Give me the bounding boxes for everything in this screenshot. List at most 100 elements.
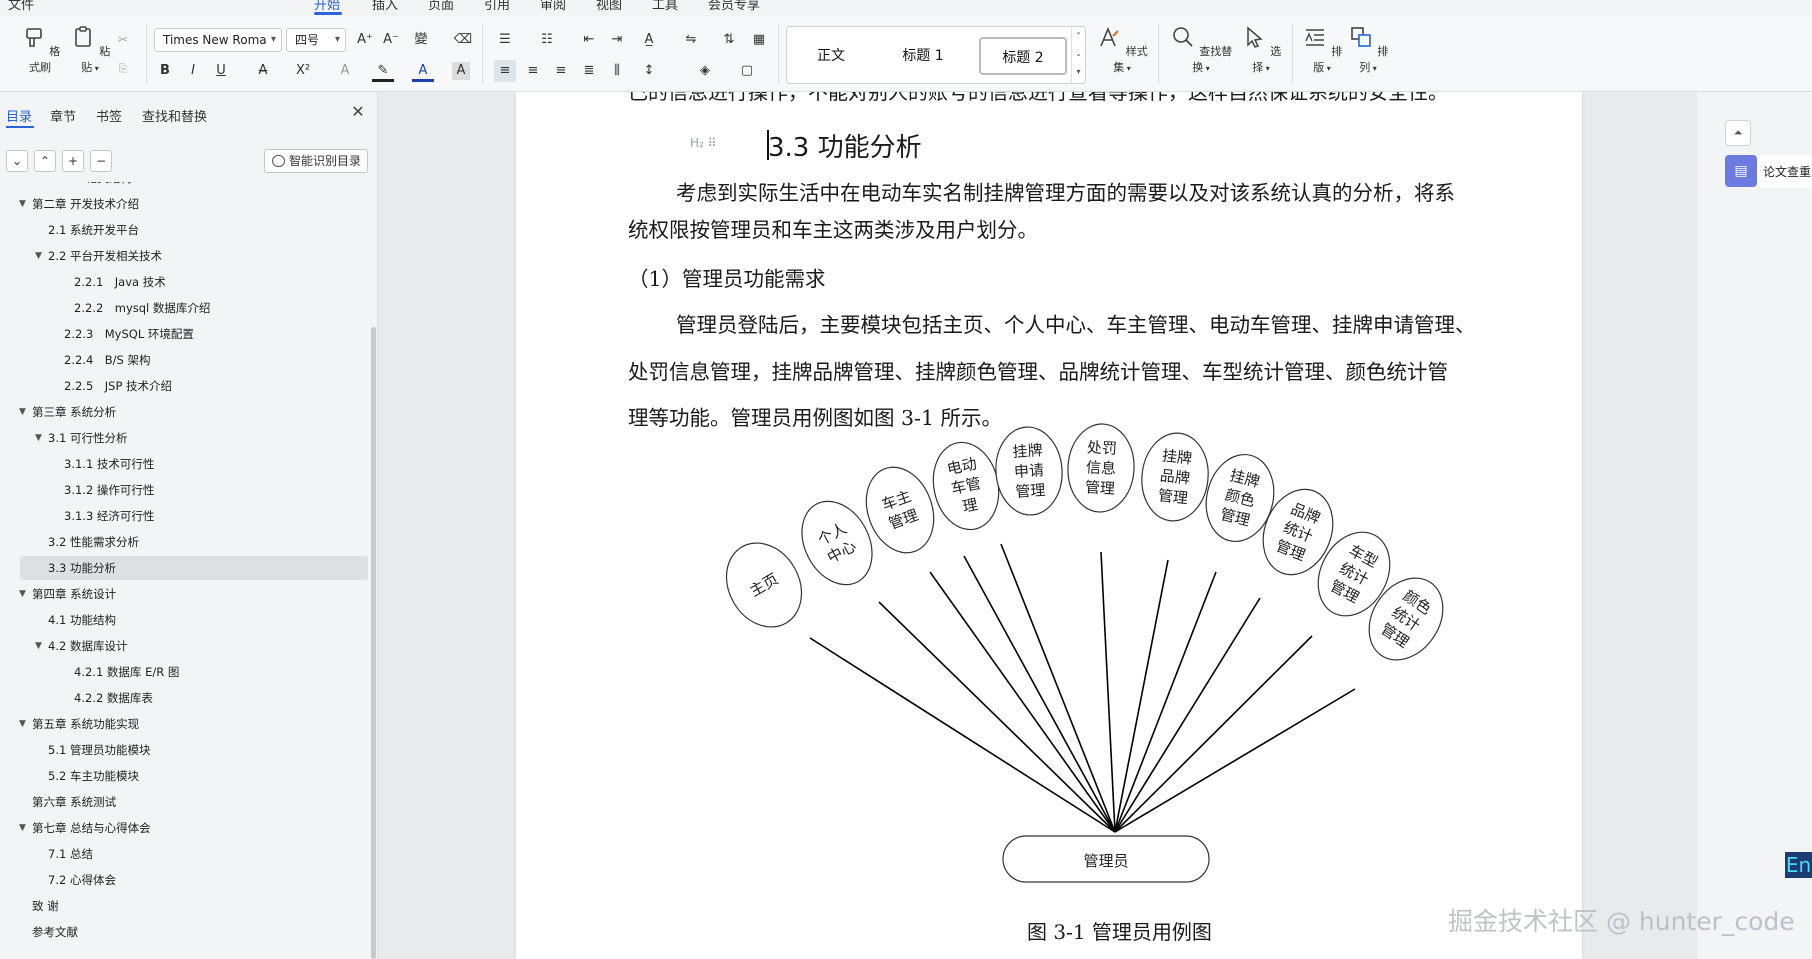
use-case-diagram[interactable]: 主页个人中心车主管理电动车管理挂牌申请管理处罚信息管理挂牌品牌管理挂牌颜色管理品… (516, 92, 1582, 959)
expand-toggle-icon[interactable]: ▼ (19, 400, 26, 424)
clear-format-icon[interactable]: ⌫ (452, 29, 474, 51)
format-painter-button[interactable]: 格式刷 (18, 24, 62, 75)
toc-item[interactable]: 7.1 总结 (20, 842, 368, 866)
toc-item[interactable]: ▼ 4.2 数据库设计 (20, 634, 368, 658)
expand-toggle-icon[interactable]: ▼ (35, 426, 42, 450)
expand-toggle-icon[interactable]: ▼ (19, 712, 26, 736)
expand-all-button[interactable]: ⌃ (34, 150, 56, 172)
strikethrough-icon[interactable]: A (252, 60, 274, 82)
tab-sections[interactable]: 章节 (50, 106, 76, 125)
tab-toc[interactable]: 目录 (6, 106, 32, 125)
toc-item[interactable]: 参考文献 (20, 920, 368, 944)
char-shading-icon[interactable]: A (452, 62, 470, 80)
use-case-oval[interactable]: 电动车管理 (926, 436, 1007, 535)
font-name-select[interactable]: Times New Roma ▾ (154, 28, 282, 52)
paste-button[interactable]: 粘贴 ▾ (68, 24, 112, 75)
grow-font-icon[interactable]: A⁺ (354, 29, 376, 51)
distribute-icon[interactable]: ⫼ (606, 60, 628, 82)
toc-item[interactable]: 第六章 系统测试 (20, 790, 368, 814)
font-color-icon[interactable]: A (412, 60, 434, 82)
menu-member[interactable]: 会员专享 (708, 0, 760, 13)
expand-toggle-icon[interactable]: ▼ (35, 244, 42, 268)
text-effect-icon[interactable]: A (334, 60, 356, 82)
decrease-indent-icon[interactable]: ⇤ (578, 29, 600, 51)
remove-heading-button[interactable]: − (90, 150, 112, 172)
document-page[interactable]: 己的信息进行操作，不能对别人的账号的信息进行查看等操作，这样自然保证系统的安全性… (516, 92, 1582, 959)
order-button[interactable]: 排列 ▾ (1346, 24, 1390, 75)
use-case-oval[interactable]: 挂牌申请管理 (993, 425, 1065, 517)
toc-item-selected[interactable]: 3.3 功能分析 (20, 556, 368, 580)
smart-toc-button[interactable]: 智能识别目录 (264, 149, 368, 173)
toc-item[interactable]: 1.5 论文结构 (20, 182, 368, 190)
expand-toggle-icon[interactable]: ▼ (19, 816, 26, 840)
use-case-oval[interactable]: 挂牌品牌管理 (1138, 430, 1213, 524)
menu-review[interactable]: 审阅 (540, 0, 566, 13)
underline-icon[interactable]: U (210, 60, 232, 82)
toc-item[interactable]: 致 谢 (20, 894, 368, 918)
paper-check-button[interactable]: ▤ 论文查重 (1725, 155, 1812, 187)
line-spacing-icon[interactable]: ↕ (638, 60, 660, 82)
font-size-select[interactable]: 四号 ▾ (286, 28, 346, 52)
toc-item[interactable]: ▼ 第二章 开发技术介绍 (19, 192, 368, 216)
shading-icon[interactable]: ◈ (694, 60, 716, 82)
toc-item[interactable]: ▼ 3.1 可行性分析 (20, 426, 368, 450)
expand-toggle-icon[interactable]: ▼ (19, 192, 26, 216)
phonetic-guide-icon[interactable]: 變 (410, 29, 432, 51)
toc-item[interactable]: 4.1 功能结构 (20, 608, 368, 632)
use-case-oval[interactable]: 主页 (712, 529, 817, 640)
toc-item[interactable]: 7.2 心得体会 (20, 868, 368, 892)
numbered-list-icon[interactable]: ☷ (536, 29, 558, 51)
superscript-icon[interactable]: X² (292, 60, 314, 82)
expand-toggle-icon[interactable]: ▼ (35, 634, 42, 658)
tab-bookmarks[interactable]: 书签 (96, 106, 122, 125)
increase-indent-icon[interactable]: ⇥ (606, 29, 628, 51)
collapse-all-button[interactable]: ⌄ (6, 150, 28, 172)
toc-item[interactable]: 4.2.1 数据库 E/R 图 (20, 660, 368, 684)
input-method-badge[interactable]: En (1785, 852, 1812, 878)
chinese-layout-icon[interactable]: A̲ (638, 29, 660, 51)
toc-item[interactable]: 2.2.1 Java 技术 (20, 270, 368, 294)
toc-item[interactable]: ▼ 2.2 平台开发相关技术 (20, 244, 368, 268)
toc-item[interactable]: 5.2 车主功能模块 (20, 764, 368, 788)
toc-item[interactable]: 3.1.1 技术可行性 (20, 452, 368, 476)
toc-item[interactable]: 3.2 性能需求分析 (20, 530, 368, 554)
bold-icon[interactable]: B (154, 60, 176, 82)
justify-icon[interactable]: ≣ (578, 60, 600, 82)
shrink-font-icon[interactable]: A⁻ (380, 29, 402, 51)
toc-item[interactable]: 3.1.2 操作可行性 (20, 478, 368, 502)
toc-item[interactable]: ▼ 第七章 总结与心得体会 (19, 816, 368, 840)
nav-scrollbar[interactable] (371, 327, 376, 959)
menu-insert[interactable]: 插入 (372, 0, 398, 13)
select-button[interactable]: 选择 ▾ (1236, 24, 1286, 75)
toc-item[interactable]: 2.2.2 mysql 数据库介绍 (20, 296, 368, 320)
toc-item[interactable]: 2.2.5 JSP 技术介绍 (20, 374, 368, 398)
menu-tools[interactable]: 工具 (652, 0, 678, 13)
toc-item[interactable]: 3.1.3 经济可行性 (20, 504, 368, 528)
toc-item[interactable]: ▼ 第三章 系统分析 (19, 400, 368, 424)
gallery-scroll[interactable]: ⌃ ⌄ ▾ (1071, 27, 1085, 83)
add-heading-button[interactable]: + (62, 150, 84, 172)
menu-reference[interactable]: 引用 (484, 0, 510, 13)
show-marks-icon[interactable]: ▦ (748, 29, 770, 51)
toc-item[interactable]: 2.1 系统开发平台 (20, 218, 368, 242)
toc-item[interactable]: 2.2.4 B/S 架构 (20, 348, 368, 372)
cut-icon[interactable]: ✂ (112, 30, 134, 52)
border-icon[interactable]: ▢ (736, 60, 758, 82)
menu-view[interactable]: 视图 (596, 0, 622, 13)
toc-item[interactable]: 4.2.2 数据库表 (20, 686, 368, 710)
toc-item[interactable]: ▼ 第四章 系统设计 (19, 582, 368, 606)
expand-toggle-icon[interactable]: ▼ (19, 582, 26, 606)
align-right-icon[interactable]: ≡ (550, 60, 572, 82)
highlight-color-icon[interactable]: ✎ (372, 60, 394, 82)
italic-icon[interactable]: I (182, 60, 204, 82)
menu-page[interactable]: 页面 (428, 0, 454, 13)
sort-icon[interactable]: ⇅ (718, 29, 740, 51)
style-normal[interactable]: 正文 (795, 37, 867, 75)
align-left-icon[interactable]: ≡ (494, 60, 516, 82)
tab-find-replace[interactable]: 查找和替换 (142, 106, 207, 125)
align-center-icon[interactable]: ≡ (522, 60, 544, 82)
toc-item[interactable]: ▼ 第五章 系统功能实现 (19, 712, 368, 736)
arrange-button[interactable]: 排版 ▾ (1300, 24, 1344, 75)
find-replace-button[interactable]: 查找替换 ▾ (1166, 24, 1236, 75)
style-set-button[interactable]: 样式集 ▾ (1094, 24, 1150, 75)
